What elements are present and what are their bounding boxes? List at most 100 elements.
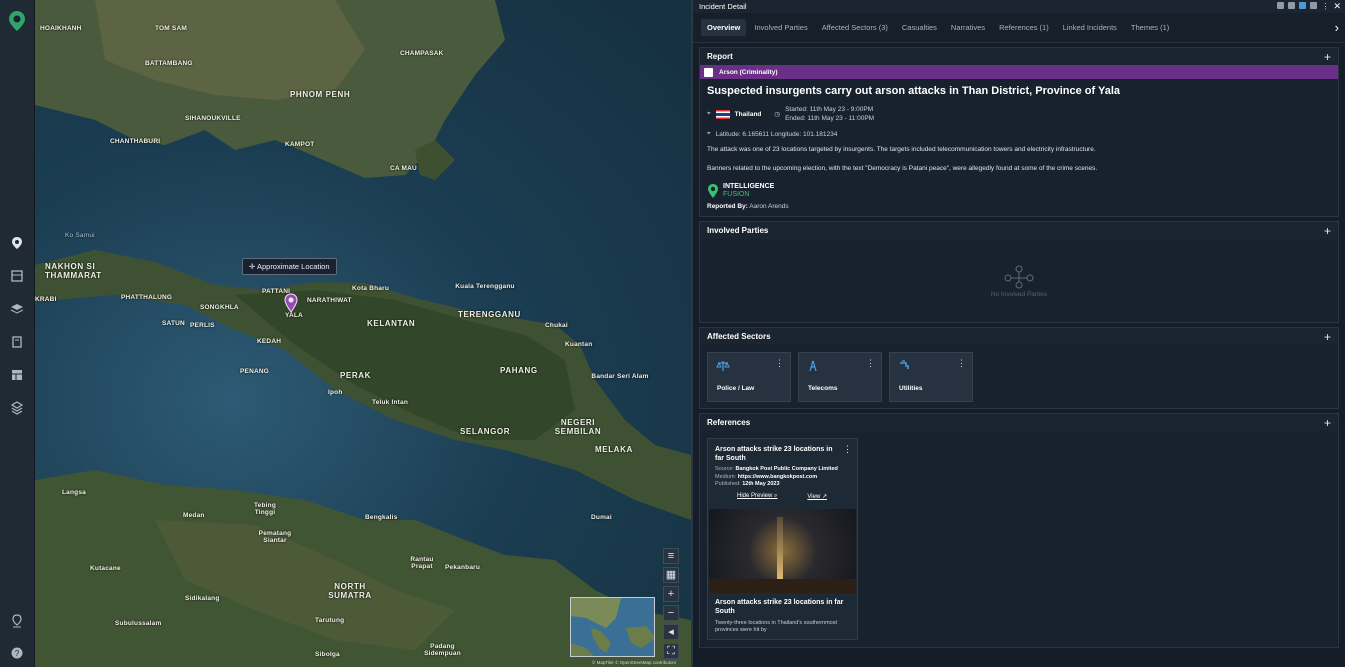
brand-line1: INTELLIGENCE	[723, 183, 775, 190]
report-section: Report + Arson (Criminality) Suspected i…	[699, 47, 1339, 217]
reference-menu-icon[interactable]: ⋮	[843, 444, 852, 455]
map-label: Padang Sidempuan	[424, 643, 461, 657]
map-attribution[interactable]: © MapTiler © OpenStreetMap contributors	[592, 660, 676, 665]
map-label: TERENGGANU	[458, 310, 521, 319]
coordinates: Latitude: 6.165611 Longitude: 101.181234	[715, 130, 838, 138]
tab-involved-parties[interactable]: Involved Parties	[748, 19, 813, 36]
sector-card-utilities[interactable]: ⋮ Utilities	[889, 352, 973, 402]
layers-nav-icon[interactable]	[6, 298, 28, 320]
sector-menu-icon[interactable]: ⋮	[957, 358, 966, 369]
dock-right-icon[interactable]	[1299, 2, 1307, 9]
tab-casualties[interactable]: Casualties	[896, 19, 943, 36]
sector-menu-icon[interactable]: ⋮	[775, 358, 784, 369]
tab-narratives[interactable]: Narratives	[945, 19, 991, 36]
dock-bottom-icon[interactable]	[1288, 2, 1296, 9]
tab-themes[interactable]: Themes (1)	[1125, 19, 1175, 36]
start-date: Started: 11th May 23 - 9:00PM	[785, 106, 874, 113]
tabs-scroll-right-icon[interactable]: ›	[1335, 20, 1345, 35]
incident-tabs: Overview Involved Parties Affected Secto…	[693, 13, 1345, 43]
reference-preview-image[interactable]	[709, 508, 856, 593]
map-label: NORTH SUMATRA	[328, 582, 372, 600]
map-label: CHANTHABURI	[110, 138, 161, 145]
preview-description: Twenty-three locations in Thailand's sou…	[715, 619, 838, 633]
map-label: Medan	[183, 512, 205, 519]
overview-minimap[interactable]	[570, 597, 655, 657]
section-title: Involved Parties	[707, 226, 769, 235]
popout-icon[interactable]	[1310, 2, 1318, 9]
location-settings-icon[interactable]	[6, 610, 28, 632]
bookmark-nav-icon[interactable]	[6, 331, 28, 353]
map-label: Tebing Tinggi	[253, 502, 277, 516]
stack-nav-icon[interactable]	[6, 397, 28, 419]
layers-toggle-icon[interactable]: ≡	[663, 548, 679, 564]
table-nav-icon[interactable]	[6, 364, 28, 386]
involved-parties-header: Involved Parties +	[700, 222, 1338, 239]
view-link[interactable]: View ↗	[807, 493, 827, 500]
add-report-button[interactable]: +	[1324, 50, 1331, 64]
sector-menu-icon[interactable]: ⋮	[866, 358, 875, 369]
section-title: Report	[707, 52, 733, 61]
hide-preview-label: Hide Preview	[737, 492, 773, 499]
tab-affected-sectors[interactable]: Affected Sectors (3)	[816, 19, 894, 36]
report-paragraph: Banners related to the upcoming election…	[707, 165, 1098, 172]
sector-card-police-law[interactable]: ⋮ Police / Law	[707, 352, 791, 402]
map-controls: ≡ ▦ + − ◂ ⛶	[663, 548, 681, 662]
section-title: References	[707, 418, 751, 427]
add-reference-button[interactable]: +	[1324, 416, 1331, 430]
add-sector-button[interactable]: +	[1324, 330, 1331, 344]
incident-dates: Started: 11th May 23 - 9:00PM Ended: 11t…	[785, 105, 874, 123]
map-label: Sibolga	[315, 651, 340, 658]
map-label: Kota Bharu	[352, 285, 390, 292]
location-icon: ⌖	[707, 110, 711, 117]
reference-actions: Hide Preview ⌕ View ↗	[715, 489, 850, 502]
zoom-in-button[interactable]: +	[663, 586, 679, 602]
reporter-name: Aaron Arends	[749, 203, 789, 210]
map-label: Kuantan	[565, 341, 593, 348]
brand-line2: FUSION	[723, 191, 750, 198]
add-involved-party-button[interactable]: +	[1324, 224, 1331, 238]
fullscreen-icon[interactable]: ⛶	[663, 643, 679, 659]
zoom-out-button[interactable]: −	[663, 605, 679, 621]
map-label: Teluk Intan	[372, 399, 409, 406]
more-options-icon[interactable]: ⋮	[1321, 2, 1329, 11]
map-label: Tarutung	[315, 617, 345, 624]
tab-overview[interactable]: Overview	[701, 19, 747, 36]
map-label: MELAKA	[595, 445, 633, 454]
map-label: Chukai	[545, 322, 568, 329]
house-fire-icon	[704, 67, 713, 77]
map-pin-nav-icon[interactable]	[6, 232, 28, 254]
app-logo-icon[interactable]	[8, 10, 26, 32]
sector-card-telecoms[interactable]: ⋮ Telecoms	[798, 352, 882, 402]
reference-preview-text: Arson attacks strike 23 locations in far…	[708, 593, 857, 639]
map-label: Sidikalang	[185, 595, 220, 602]
incident-meta: ⌖ Thailand ◷ Started: 11th May 23 - 9:00…	[707, 105, 1331, 123]
compass-icon[interactable]: ◂	[663, 624, 679, 640]
incident-location-pin-icon[interactable]	[284, 293, 298, 313]
dashboard-nav-icon[interactable]	[6, 265, 28, 287]
reported-by: Reported By: Aaron Arends	[707, 203, 1331, 210]
incident-country: Thailand	[734, 110, 762, 118]
hide-preview-link[interactable]: Hide Preview ⌕	[737, 493, 777, 500]
tab-references[interactable]: References (1)	[993, 19, 1055, 36]
reference-card[interactable]: Arson attacks strike 23 locations in far…	[707, 438, 858, 640]
map-label: BATTAMBANG	[145, 60, 193, 67]
reference-card-header: Arson attacks strike 23 locations in far…	[708, 439, 857, 506]
app-root: ? HOAIKHANH TOM SAM BATTAMBANG PHNOM PEN…	[0, 0, 1345, 667]
approximate-location-tooltip[interactable]: ✛ Approximate Location	[242, 258, 337, 275]
reference-medium[interactable]: https://www.bangkokpost.com	[738, 474, 818, 480]
incident-title: Suspected insurgents carry out arson att…	[707, 85, 1121, 97]
help-icon[interactable]: ?	[6, 642, 28, 664]
dock-left-icon[interactable]	[1277, 2, 1285, 9]
map-label: KRABI	[35, 296, 57, 303]
map-label: Kutacane	[90, 565, 121, 572]
section-title: Affected Sectors	[707, 332, 771, 341]
map-view[interactable]: HOAIKHANH TOM SAM BATTAMBANG PHNOM PENH …	[35, 0, 691, 667]
close-icon[interactable]: ✕	[1333, 2, 1341, 11]
tab-linked-incidents[interactable]: Linked Incidents	[1057, 19, 1123, 36]
crosshair-icon: ✛	[249, 262, 257, 271]
thailand-flag-icon	[715, 109, 730, 119]
published-label: Published:	[715, 481, 741, 487]
affected-sectors-section: Affected Sectors + ⋮ Police / Law ⋮ Tele…	[699, 327, 1339, 409]
map-label: SELANGOR	[460, 427, 511, 436]
map-style-icon[interactable]: ▦	[663, 567, 679, 583]
